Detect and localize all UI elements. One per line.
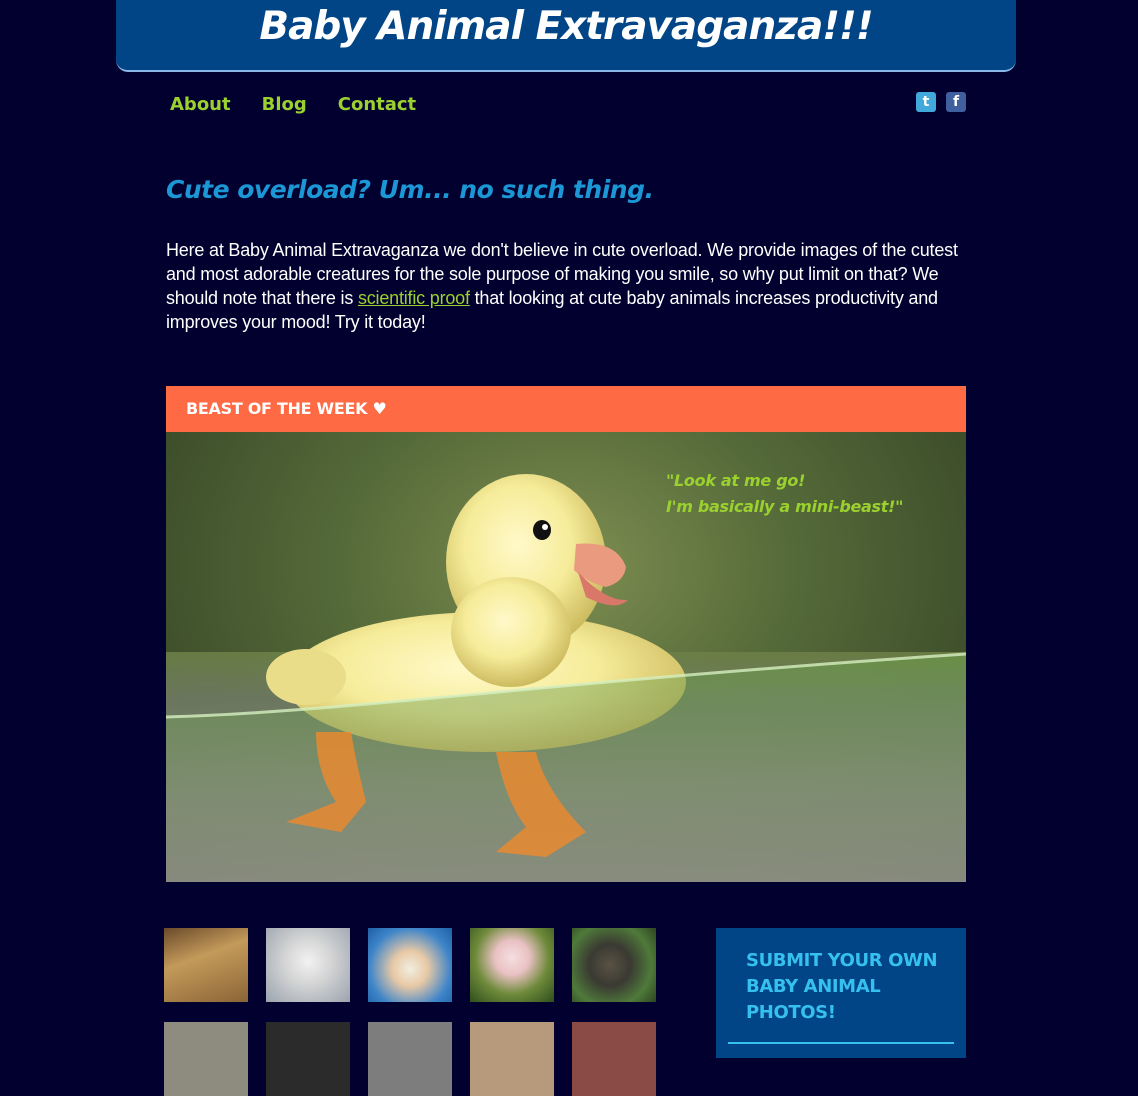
main-nav: About Blog Contact [170, 92, 447, 118]
thumb-baby-piglet[interactable] [470, 928, 554, 1002]
thumb-row2-1[interactable] [164, 1022, 248, 1096]
site-title: Baby Animal Extravaganza!!! [259, 4, 873, 49]
nav-about-link[interactable]: About [170, 92, 231, 118]
social-links: t f [916, 92, 966, 112]
intro-paragraph: Here at Baby Animal Extravaganza we don'… [166, 238, 968, 334]
page-tagline: Cute overload? Um... no such thing. [166, 175, 654, 204]
nav-blog-link[interactable]: Blog [262, 92, 307, 118]
thumb-row2-4[interactable] [470, 1022, 554, 1096]
submit-divider [728, 1042, 954, 1044]
facebook-icon[interactable]: f [946, 92, 966, 112]
thumb-baby-rat[interactable] [266, 928, 350, 1002]
thumb-row2-3[interactable] [368, 1022, 452, 1096]
quote-line-2: I'm basically a mini-beast!" [666, 497, 904, 516]
nav-contact-link[interactable]: Contact [338, 92, 416, 118]
duckling-photo: "Look at me go! I'm basically a mini-bea… [166, 432, 966, 882]
submit-photos-box[interactable]: SUBMIT YOUR OWN BABY ANIMAL PHOTOS! [716, 928, 966, 1058]
thumb-baby-giraffe[interactable] [164, 928, 248, 1002]
duckling-quote: "Look at me go! I'm basically a mini-bea… [666, 468, 903, 520]
quote-line-1: "Look at me go! [666, 471, 806, 490]
submit-photos-label: SUBMIT YOUR OWN BABY ANIMAL PHOTOS! [746, 950, 938, 1023]
twitter-icon[interactable]: t [916, 92, 936, 112]
thumb-baby-pufferfish[interactable] [368, 928, 452, 1002]
scientific-proof-link[interactable]: scientific proof [358, 288, 470, 308]
thumb-row2-5[interactable] [572, 1022, 656, 1096]
thumb-baby-hippo[interactable] [572, 928, 656, 1002]
thumb-row2-2[interactable] [266, 1022, 350, 1096]
site-header: Baby Animal Extravaganza!!! [116, 0, 1016, 72]
beast-of-week-heading: BEAST OF THE WEEK ♥ [166, 386, 966, 432]
